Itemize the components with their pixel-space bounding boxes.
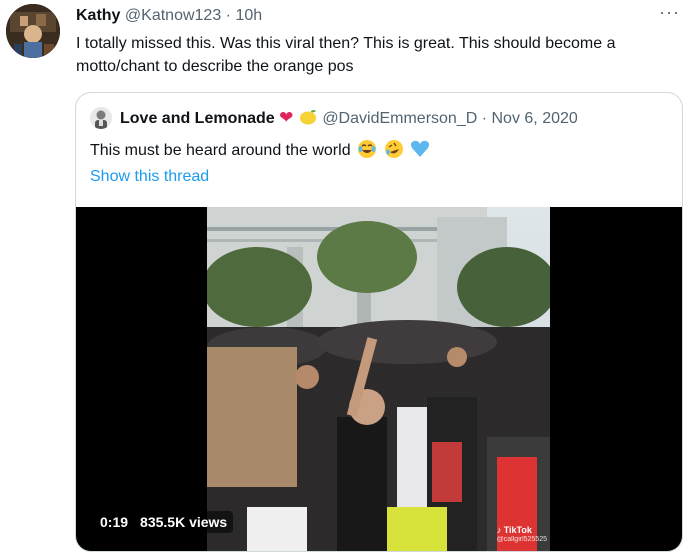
author-handle[interactable]: @Katnow123 xyxy=(125,7,221,24)
video-thumbnail xyxy=(207,207,550,551)
author-name[interactable]: Kathy xyxy=(76,7,120,24)
video-views: 835.5K views xyxy=(140,514,228,530)
rolling-laughing-icon xyxy=(384,139,404,166)
tiktok-brand: TikTok xyxy=(503,525,532,535)
tiktok-logo-icon: ♪ xyxy=(496,525,502,535)
quoted-tweet-header: Love and Lemonade ❤ @DavidEmmerson_D · N… xyxy=(120,108,578,132)
separator-dot: · xyxy=(225,7,231,24)
tweet-timestamp[interactable]: 10h xyxy=(235,7,262,24)
lemon-icon xyxy=(298,108,318,132)
red-heart-icon: ❤ xyxy=(279,108,294,127)
video-player[interactable]: 0:19 835.5K views ♪ TikTok @callgirl52552… xyxy=(76,207,682,551)
quoted-tweet-date[interactable]: Nov 6, 2020 xyxy=(492,110,578,127)
show-thread-link[interactable]: Show this thread xyxy=(90,168,209,186)
tweet-text: I totally missed this. Was this viral th… xyxy=(76,35,616,75)
quoted-author-handle[interactable]: @DavidEmmerson_D xyxy=(322,110,477,127)
quoted-tweet-text: This must be heard around the world xyxy=(90,142,351,159)
video-stats: 0:19 835.5K views xyxy=(94,511,234,533)
quoted-tweet-text-row: This must be heard around the world xyxy=(90,139,430,166)
tiktok-watermark: ♪ TikTok @callgirl525525 xyxy=(497,525,547,543)
video-duration: 0:19 xyxy=(100,514,129,530)
quoted-author-name[interactable]: Love and Lemonade xyxy=(120,110,275,127)
quoted-author-avatar[interactable] xyxy=(90,107,112,129)
more-options-icon[interactable]: ··· xyxy=(659,2,680,23)
quoted-tweet-card[interactable]: Love and Lemonade ❤ @DavidEmmerson_D · N… xyxy=(75,92,683,552)
tiktok-user: @callgirl525525 xyxy=(496,536,547,543)
author-avatar[interactable] xyxy=(6,4,60,58)
laughing-tears-icon xyxy=(357,139,377,166)
tweet-header: Kathy @Katnow123 · 10h xyxy=(76,6,262,26)
quoted-separator-dot: · xyxy=(481,110,488,127)
blue-heart-icon xyxy=(410,139,430,166)
